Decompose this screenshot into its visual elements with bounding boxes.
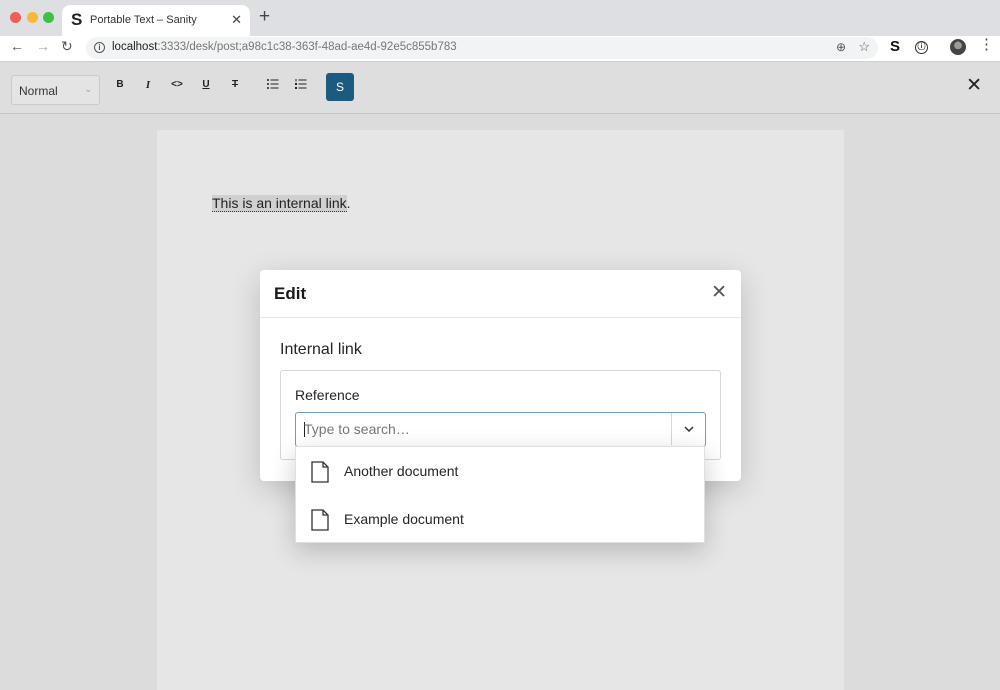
reference-option[interactable]: Example document [296, 495, 704, 543]
search-placeholder: Type to search… [304, 421, 410, 437]
reference-dropdown-toggle[interactable] [671, 413, 705, 445]
reference-label: Reference [295, 387, 360, 403]
document-icon [311, 509, 329, 531]
reference-option[interactable]: Another document [296, 447, 704, 495]
window-close-button[interactable] [10, 12, 21, 23]
tab-title: Portable Text – Sanity [90, 14, 197, 26]
password-extension-icon[interactable]: ⓘ [915, 41, 928, 54]
back-button[interactable]: ← [10, 38, 24, 54]
bold-button[interactable]: B [110, 79, 130, 95]
site-info-icon[interactable]: i [94, 42, 105, 53]
reference-option-label: Example document [344, 511, 464, 527]
numbered-list-icon [295, 79, 307, 89]
dialog-header: Edit ✕ [260, 270, 741, 318]
italic-button[interactable]: I [138, 79, 158, 95]
editor-toolbar: Normal ⌄ B I <> U T S ✕ [0, 63, 1000, 114]
tab-close-icon[interactable]: ✕ [231, 12, 242, 28]
reference-search-input[interactable]: Type to search… [295, 412, 706, 447]
profile-avatar[interactable] [950, 39, 966, 55]
browser-tab-strip: S Portable Text – Sanity ✕ + [0, 0, 1000, 36]
strikethrough-button[interactable]: T [225, 79, 245, 95]
address-bar[interactable]: i localhost:3333/desk/post;a98c1c38-363f… [86, 37, 878, 59]
numbered-list-button[interactable] [291, 79, 311, 95]
forward-button[interactable]: → [36, 38, 50, 54]
reference-results-dropdown: Another document Example document [295, 446, 705, 543]
browser-menu-icon[interactable]: ⋮ [979, 37, 994, 52]
bullet-list-icon [267, 79, 279, 89]
close-fullscreen-icon[interactable]: ✕ [966, 76, 982, 95]
document-icon [311, 461, 329, 483]
reference-option-label: Another document [344, 463, 459, 479]
bookmark-star-icon[interactable]: ☆ [858, 39, 870, 55]
section-title: Internal link [280, 341, 362, 358]
block-style-value: Normal [19, 84, 58, 98]
dialog-title: Edit [274, 284, 307, 303]
chevron-down-icon: ⌄ [84, 84, 92, 94]
code-button[interactable]: <> [167, 79, 187, 95]
url-text[interactable]: localhost:3333/desk/post;a98c1c38-363f-4… [112, 41, 457, 53]
sanity-extension-icon[interactable]: S [890, 38, 900, 55]
window-minimize-button[interactable] [27, 12, 38, 23]
chevron-down-icon [683, 426, 694, 433]
internal-link-annotation[interactable]: This is an internal link [212, 195, 347, 212]
block-style-select[interactable]: Normal ⌄ [11, 75, 100, 105]
reload-button[interactable]: ↻ [61, 38, 73, 55]
new-tab-button[interactable]: + [259, 7, 270, 26]
underline-button[interactable]: U [196, 79, 216, 95]
paragraph[interactable]: This is an internal link. [212, 195, 351, 212]
internal-link-button[interactable]: S [326, 73, 354, 101]
window-maximize-button[interactable] [43, 12, 54, 23]
bullet-list-button[interactable] [263, 79, 283, 95]
sanity-favicon-icon: S [71, 10, 83, 29]
browser-toolbar: ← → ↻ i localhost:3333/desk/post;a98c1c3… [0, 36, 1000, 62]
dialog-close-icon[interactable]: ✕ [711, 283, 727, 302]
browser-tab[interactable]: S Portable Text – Sanity ✕ [62, 5, 250, 36]
zoom-icon[interactable]: ⊕ [836, 40, 846, 54]
